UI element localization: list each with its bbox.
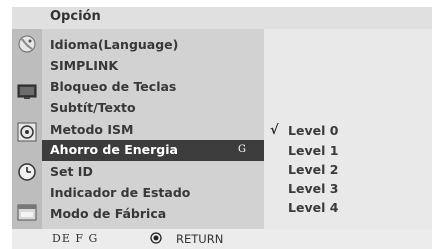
menu-item-label: Indicador de Estado	[50, 185, 191, 200]
calendar-icon[interactable]	[15, 201, 39, 223]
menu-item-idioma[interactable]: Idioma(Language)	[42, 35, 264, 55]
menu-item-label: Set ID	[50, 164, 93, 179]
menu-list: Idioma(Language) SIMPLINK Bloqueo de Tec…	[42, 29, 264, 229]
menu-item-label: Modo de Fábrica	[50, 206, 167, 221]
menu-item-modo-de-fabrica[interactable]: Modo de Fábrica	[42, 204, 264, 224]
menu-title: Opción	[50, 9, 101, 24]
satellite-dish-icon[interactable]	[15, 33, 39, 55]
option-level-4[interactable]: Level 4	[288, 199, 338, 217]
menu-item-label: SIMPLINK	[50, 58, 119, 73]
clock-icon[interactable]	[15, 161, 39, 183]
footer-bar: DE F G RETURN	[12, 229, 432, 249]
submenu-panel: √ Level 0 Level 1 Level 2 Level 3 Level …	[264, 29, 432, 229]
monitor-icon[interactable]	[15, 81, 39, 103]
menu-item-label: Idioma(Language)	[50, 37, 179, 52]
title-bar: Opción	[12, 7, 432, 29]
menu-item-bloqueo-de-teclas[interactable]: Bloqueo de Teclas	[42, 77, 264, 97]
option-level-1[interactable]: Level 1	[288, 142, 338, 160]
category-icon-column	[12, 29, 42, 229]
menu-item-label: Bloqueo de Teclas	[50, 79, 177, 94]
osd-menu: Opción Idioma(Language) SIMPLINK Bloqueo…	[0, 0, 438, 249]
menu-item-label: Metodo ISM	[50, 122, 134, 137]
menu-item-label: Subtít/Texto	[50, 100, 136, 115]
menu-item-subtit-texto[interactable]: Subtít/Texto	[42, 98, 264, 118]
disc-icon[interactable]	[15, 121, 39, 143]
menu-item-indicador-de-estado[interactable]: Indicador de Estado	[42, 183, 264, 203]
return-button[interactable]: RETURN	[176, 232, 223, 246]
menu-item-set-id[interactable]: Set ID	[42, 162, 264, 182]
navigation-hint: DE F G	[52, 232, 99, 245]
option-level-2[interactable]: Level 2	[288, 161, 338, 179]
ok-button-icon	[150, 232, 162, 244]
menu-item-ahorro-de-energia[interactable]: Ahorro de Energia G	[42, 140, 264, 161]
menu-item-hint: G	[238, 144, 246, 155]
menu-item-simplink[interactable]: SIMPLINK	[42, 56, 264, 76]
menu-item-metodo-ism[interactable]: Metodo ISM	[42, 120, 264, 140]
option-level-3[interactable]: Level 3	[288, 180, 338, 198]
menu-item-label: Ahorro de Energia	[50, 142, 178, 157]
check-mark-icon: √	[270, 123, 279, 138]
option-level-0[interactable]: Level 0	[288, 122, 338, 140]
